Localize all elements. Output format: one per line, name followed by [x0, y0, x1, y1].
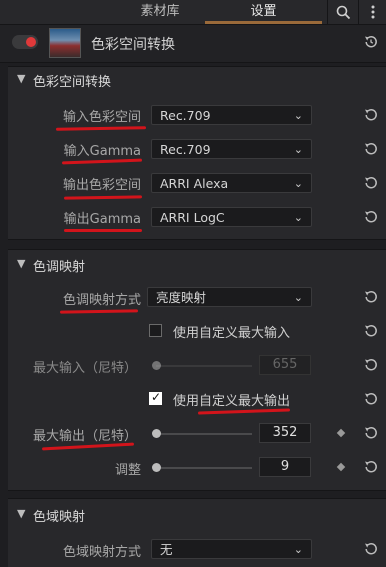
- gamut-mapping-method-select[interactable]: 无 ⌄: [151, 539, 312, 559]
- output-color-space-value: ARRI Alexa: [160, 176, 229, 191]
- reset-icon[interactable]: [363, 209, 379, 225]
- active-tab-indicator: [205, 21, 322, 24]
- max-input-value[interactable]: 655: [259, 355, 311, 375]
- chevron-down-icon: ⌄: [293, 109, 303, 122]
- section-title-gamut-mapping[interactable]: 色域映射: [33, 506, 85, 525]
- chevron-down-icon: ⌄: [293, 543, 303, 556]
- output-color-space-label: 输出色彩空间: [62, 178, 141, 193]
- output-gamma-label: 输出Gamma: [63, 212, 141, 227]
- chevron-down-icon: ⌄: [293, 177, 303, 190]
- input-gamma-label: 输入Gamma: [63, 144, 141, 159]
- effect-enable-toggle[interactable]: [12, 35, 38, 49]
- search-icon: [336, 5, 350, 19]
- max-output-label: 最大输出（尼特）: [32, 429, 137, 444]
- tone-mapping-method-select[interactable]: 亮度映射 ⌄: [147, 287, 312, 307]
- gamut-mapping-method-value: 无: [160, 542, 173, 557]
- max-input-slider-track[interactable]: [156, 365, 252, 367]
- max-output-slider-track[interactable]: [156, 433, 252, 435]
- reset-icon[interactable]: [363, 175, 379, 191]
- toggle-knob: [26, 37, 36, 47]
- custom-max-output-label: 使用自定义最大输出: [173, 394, 291, 409]
- input-gamma-value: Rec.709: [160, 142, 211, 157]
- input-color-space-value: Rec.709: [160, 108, 211, 123]
- output-gamma-value: ARRI LogC: [160, 210, 225, 225]
- tone-mapping-method-label: 色调映射方式: [62, 293, 141, 308]
- chevron-down-icon: ⌄: [293, 291, 303, 304]
- search-button[interactable]: [330, 0, 356, 24]
- input-color-space-label: 输入色彩空间: [62, 110, 141, 125]
- reset-icon[interactable]: [363, 289, 379, 305]
- reset-icon[interactable]: [363, 34, 379, 50]
- tab-separator: [327, 0, 328, 24]
- adjust-slider-knob[interactable]: [152, 463, 161, 472]
- reset-icon[interactable]: [363, 141, 379, 157]
- annotation-underline: [64, 229, 142, 232]
- reset-icon[interactable]: [363, 391, 379, 407]
- section-title-tone-mapping[interactable]: 色调映射: [33, 256, 85, 275]
- adjust-slider-track[interactable]: [156, 467, 252, 469]
- effect-thumbnail: [49, 28, 81, 58]
- input-color-space-select[interactable]: Rec.709 ⌄: [151, 105, 312, 125]
- reset-icon[interactable]: [363, 323, 379, 339]
- input-gamma-select[interactable]: Rec.709 ⌄: [151, 139, 312, 159]
- custom-max-output-checkbox[interactable]: [149, 390, 162, 405]
- output-color-space-select[interactable]: ARRI Alexa ⌄: [151, 173, 312, 193]
- reset-icon[interactable]: [363, 107, 379, 123]
- max-output-slider-knob[interactable]: [152, 429, 161, 438]
- reset-icon[interactable]: [363, 357, 379, 373]
- chevron-down-icon: ⌄: [293, 211, 303, 224]
- output-gamma-select[interactable]: ARRI LogC ⌄: [151, 207, 312, 227]
- adjust-label: 调整: [114, 463, 141, 478]
- tab-separator: [358, 0, 359, 24]
- chevron-down-icon[interactable]: ▼: [17, 72, 25, 85]
- tab-media-pool[interactable]: 素材库: [105, 0, 215, 24]
- chevron-down-icon[interactable]: ▼: [17, 257, 25, 270]
- tone-mapping-method-value: 亮度映射: [156, 290, 207, 305]
- reset-icon[interactable]: [363, 459, 379, 475]
- adjust-value[interactable]: 9: [259, 457, 311, 477]
- section-title-color-space[interactable]: 色彩空间转换: [33, 71, 111, 90]
- effect-title: 色彩空间转换: [91, 37, 175, 53]
- chevron-down-icon: ⌄: [293, 143, 303, 156]
- custom-max-input-checkbox[interactable]: [149, 324, 162, 337]
- custom-max-input-label: 使用自定义最大输入: [173, 326, 291, 341]
- more-vertical-icon: [371, 5, 375, 19]
- max-output-value[interactable]: 352: [259, 423, 311, 443]
- more-options-button[interactable]: [360, 0, 386, 24]
- max-input-label: 最大输入（尼特）: [32, 361, 137, 376]
- max-input-slider-knob[interactable]: [152, 361, 161, 370]
- reset-icon[interactable]: [363, 541, 379, 557]
- reset-icon[interactable]: [363, 425, 379, 441]
- gamut-mapping-method-label: 色域映射方式: [62, 545, 141, 560]
- chevron-down-icon[interactable]: ▼: [17, 507, 25, 520]
